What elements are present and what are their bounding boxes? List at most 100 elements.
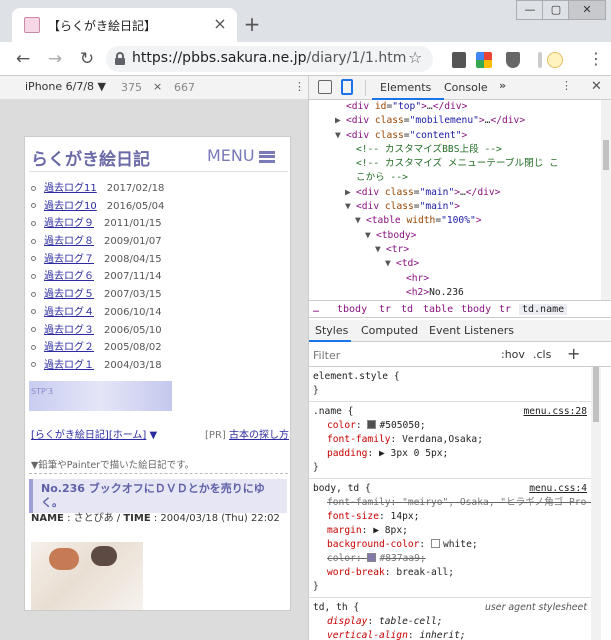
css-property-value[interactable]: white; [443,539,478,550]
site-title[interactable]: らくがき絵日記 [31,145,150,170]
viewport-width-input[interactable]: 375 [121,81,142,94]
tab-elements[interactable]: Elements [371,81,445,100]
dom-node-line[interactable]: <!-- カスタマイズBBS上段 --> [309,143,601,157]
banner-image[interactable]: STP'3 [29,381,172,411]
dom-node-line[interactable]: <div id="top">…</div> [309,100,601,114]
archive-log-link[interactable]: 過去ログ８ [44,236,94,247]
expand-arrow-icon[interactable]: ▼ [365,229,376,243]
google-extension-icon[interactable] [476,52,492,68]
css-selector[interactable]: element.style { [313,371,400,382]
css-property-name[interactable]: color [327,553,356,564]
dom-node-line[interactable]: <hr> [309,272,601,286]
dom-tree-scrollbar[interactable] [601,100,611,300]
expand-arrow-icon[interactable]: ▼ [335,129,346,143]
shield-extension-icon[interactable] [506,52,520,68]
more-tabs-icon[interactable]: » [499,79,506,92]
down-arrow-icon[interactable]: ▼ [150,430,158,441]
diary-illustration-image[interactable] [31,542,143,610]
device-toggle-icon[interactable] [341,79,353,95]
address-bar[interactable]: https://pbbs.sakura.ne.jp/diary/1/1.htm [106,46,433,72]
css-property-name[interactable]: font-family [327,497,391,508]
css-selector[interactable]: td, th { [313,602,359,613]
diary-link[interactable]: [らくがき絵日記] [31,430,109,441]
archive-log-link[interactable]: 過去ログ11 [44,183,97,194]
new-rule-icon[interactable]: + [567,344,580,363]
home-link[interactable]: [ホーム] [109,430,147,441]
dom-node-line[interactable]: ▼ <table width="100%"> [309,214,601,228]
css-source-link[interactable]: menu.css:28 [523,405,587,419]
css-declaration[interactable]: vertical-align: inherit; [313,629,591,640]
css-property-value[interactable]: "meiryo", Osaka, "ヒラギノ角ゴ Pro W3"; [402,497,591,508]
dom-node-line[interactable]: <!-- カスタマイズ メニューテーブル閉じ こ [309,157,601,171]
css-property-name[interactable]: font-family [327,434,391,445]
css-declaration[interactable]: word-break: break-all; [313,566,591,580]
reload-icon[interactable]: ↻ [76,48,98,70]
styles-scrollbar[interactable] [591,367,601,640]
css-declaration[interactable]: font-family: Verdana,Osaka; [313,433,591,447]
menu-button[interactable]: MENU [207,146,275,165]
dom-node-line[interactable]: こから --> [309,171,601,185]
archive-log-link[interactable]: 過去ログ７ [44,254,94,265]
tab-console[interactable]: Console [444,81,488,94]
device-toolbar-menu-icon[interactable]: ⋮ [294,80,305,93]
css-property-value[interactable]: #505050; [379,420,425,431]
dom-node-line[interactable]: ▶ <div class="main">…</div> [309,186,601,200]
css-selector[interactable]: .name { [313,406,353,417]
scrollbar-thumb[interactable] [593,367,599,422]
css-property-value[interactable]: table-cell; [379,616,443,627]
css-declaration[interactable]: font-family: "meiryo", Osaka, "ヒラギノ角ゴ Pr… [313,496,591,510]
viewport-height-input[interactable]: 667 [174,81,195,94]
css-declaration[interactable]: background-color: white; [313,538,591,552]
color-swatch-icon[interactable] [367,553,377,562]
breadcrumb-item[interactable]: td [401,304,413,315]
minimize-button[interactable]: — [516,0,544,20]
extension-icon[interactable] [452,52,466,68]
hover-state-toggle[interactable]: :hov [501,348,525,361]
tab-computed[interactable]: Computed [361,324,418,337]
close-tab-icon[interactable]: × [210,14,230,34]
css-property-value[interactable]: #837aa9; [379,553,425,564]
lock-icon[interactable] [115,52,125,65]
archive-log-link[interactable]: 過去ログ５ [44,289,94,300]
tab-event-listeners[interactable]: Event Listeners [429,324,514,337]
css-property-value[interactable]: Verdana,Osaka; [402,434,483,445]
back-arrow-icon[interactable]: ← [12,48,34,70]
archive-log-link[interactable]: 過去ログ３ [44,325,94,336]
dom-node-line[interactable]: ▶ <div class="mobilemenu">…</div> [309,114,601,128]
css-property-name[interactable]: margin [327,525,362,536]
breadcrumb-item[interactable]: tbody [337,304,367,315]
browser-tab[interactable]: 【らくがき絵日記】 × [12,8,237,42]
css-property-value[interactable]: break-all; [396,567,454,578]
dom-node-line[interactable]: <h2>No.236 [309,286,601,300]
new-tab-button[interactable]: + [240,13,264,37]
css-declaration[interactable]: margin: ▶ 8px; [313,524,591,538]
css-property-name[interactable]: background-color [327,539,419,550]
breadcrumb-item[interactable]: table [423,304,453,315]
dom-node-line[interactable]: ▼ <tbody> [309,229,601,243]
expand-arrow-icon[interactable]: ▼ [345,200,356,214]
css-selector[interactable]: body, td { [313,483,371,494]
bookmark-star-icon[interactable]: ☆ [408,48,422,67]
archive-log-link[interactable]: 過去ログ４ [44,307,94,318]
css-property-value[interactable]: inherit; [419,630,465,640]
css-property-name[interactable]: display [327,616,367,627]
forward-arrow-icon[interactable]: → [44,48,66,70]
expand-arrow-icon[interactable]: ▼ [355,214,366,228]
scrollbar-thumb[interactable] [603,140,609,170]
browser-menu-icon[interactable]: ⋮ [588,49,604,68]
css-declaration[interactable]: color: #837aa9; [313,552,591,566]
archive-log-link[interactable]: 過去ログ10 [44,201,97,212]
css-property-value[interactable]: ▶ 3px 0 5px; [379,448,448,459]
css-declaration[interactable]: display: table-cell; [313,615,591,629]
archive-log-link[interactable]: 過去ログ２ [44,342,94,353]
breadcrumb-item[interactable]: … [313,304,319,315]
css-property-name[interactable]: vertical-align [327,630,408,640]
device-select[interactable]: iPhone 6/7/8 ▼ [25,80,106,93]
breadcrumb-item[interactable]: tbody [461,304,491,315]
expand-arrow-icon[interactable]: ▶ [335,114,346,128]
class-toggle[interactable]: .cls [533,348,551,361]
archive-log-link[interactable]: 過去ログ９ [44,218,94,229]
css-property-name[interactable]: word-break [327,567,385,578]
close-devtools-icon[interactable]: ✕ [591,79,602,94]
inspect-element-icon[interactable] [318,80,332,94]
